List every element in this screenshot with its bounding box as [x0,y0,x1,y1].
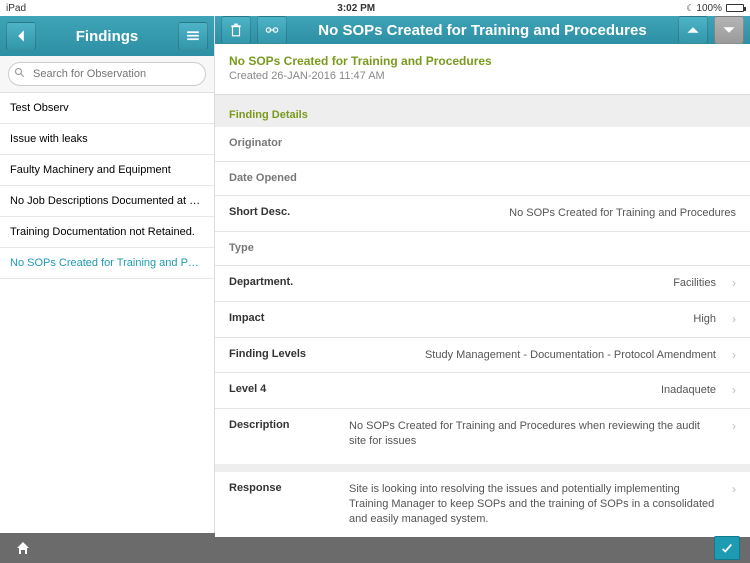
row-description[interactable]: Description No SOPs Created for Training… [215,408,750,464]
row-value: No SOPs Created for Training and Procedu… [349,419,716,449]
detail-toolbar: No SOPs Created for Training and Procedu… [215,16,750,44]
detail-rows: Originator Date Opened Short Desc. No SO… [215,127,750,537]
row-impact[interactable]: Impact High › [215,301,750,337]
list-item[interactable]: No SOPs Created for Training and P… [0,248,214,279]
detail-summary: No SOPs Created for Training and Procedu… [215,44,750,95]
list-button[interactable] [178,22,208,50]
link-button[interactable] [257,16,287,44]
detail-created: Created 26-JAN-2016 11:47 AM [229,70,736,82]
findings-list: Test Observ Issue with leaks Faulty Mach… [0,93,214,533]
detail-header-title: No SOPs Created for Training and Procedu… [293,22,672,39]
list-item[interactable]: Training Documentation not Retained. [0,217,214,248]
search-icon [14,67,26,79]
row-label: Impact [229,312,349,324]
do-not-disturb-icon: ☾ [686,3,694,14]
row-value: No SOPs Created for Training and Procedu… [349,206,736,221]
back-button[interactable] [6,22,36,50]
row-value: Site is looking into resolving the issue… [349,482,716,527]
delete-button[interactable] [221,16,251,44]
row-level4[interactable]: Level 4 Inadaquete › [215,372,750,408]
chevron-right-icon: › [722,276,736,290]
chevron-right-icon: › [722,419,736,433]
row-date-opened: Date Opened [215,161,750,195]
list-item[interactable]: No Job Descriptions Documented at F… [0,186,214,217]
row-value: High [349,312,716,327]
list-item[interactable]: Issue with leaks [0,124,214,155]
row-label: Department. [229,276,349,288]
detail-pane: No SOPs Created for Training and Procedu… [215,16,750,533]
search-input[interactable] [8,62,206,86]
search-wrap [0,56,214,93]
row-department[interactable]: Department. Facilities › [215,265,750,301]
detail-title: No SOPs Created for Training and Procedu… [229,54,736,68]
row-value: Study Management - Documentation - Proto… [349,348,716,363]
status-bar: iPad 3:02 PM ☾ 100% [0,0,750,16]
chevron-right-icon: › [722,482,736,496]
row-finding-levels[interactable]: Finding Levels Study Management - Docume… [215,337,750,373]
battery-pct: 100% [696,3,722,14]
row-originator: Originator [215,127,750,161]
row-value: Inadaquete [349,383,716,398]
row-label: Description [229,419,349,431]
device-label: iPad [6,3,26,14]
row-label: Level 4 [229,383,349,395]
row-label: Type [229,242,349,254]
clock: 3:02 PM [26,3,686,14]
chevron-right-icon: › [722,312,736,326]
row-label: Response [229,482,349,494]
battery-icon [726,4,744,12]
section-label: Finding Details [215,95,750,127]
row-label: Date Opened [229,172,349,184]
chevron-right-icon: › [722,348,736,362]
sidebar-toolbar: Findings [0,16,214,56]
bottom-toolbar [0,533,750,563]
row-label: Originator [229,137,349,149]
row-label: Finding Levels [229,348,349,360]
row-value: Facilities [349,276,716,291]
up-button[interactable] [678,16,708,44]
sidebar-title: Findings [42,28,172,45]
row-type: Type [215,231,750,265]
sidebar: Findings Test Observ Issue with leaks Fa… [0,16,215,533]
row-label: Short Desc. [229,206,349,218]
confirm-button[interactable] [714,536,740,560]
down-button[interactable] [714,16,744,44]
list-item[interactable]: Test Observ [0,93,214,124]
home-button[interactable] [10,536,36,560]
chevron-right-icon: › [722,383,736,397]
list-item[interactable]: Faulty Machinery and Equipment [0,155,214,186]
row-short-desc: Short Desc. No SOPs Created for Training… [215,195,750,231]
row-response[interactable]: Response Site is looking into resolving … [215,464,750,537]
